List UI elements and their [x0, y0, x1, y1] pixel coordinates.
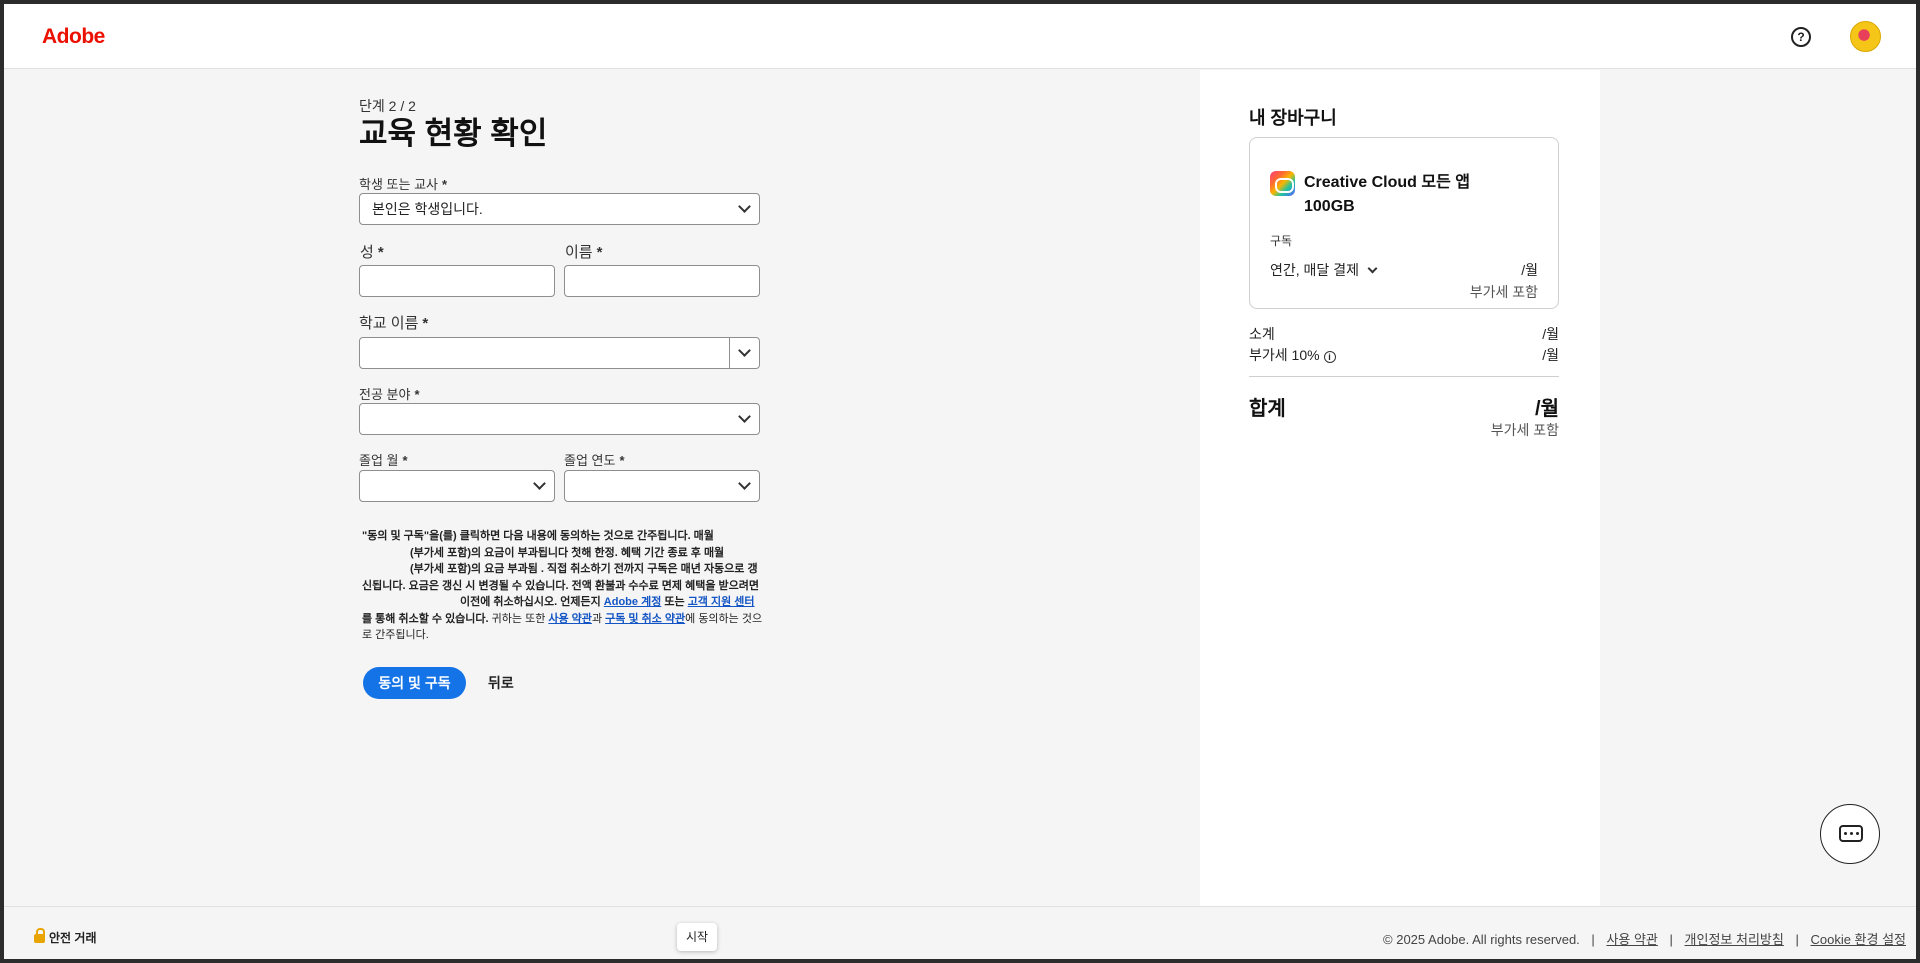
adobe-logo[interactable]: Adobe — [42, 25, 105, 49]
footer-privacy-link[interactable]: 개인정보 처리방침 — [1685, 932, 1784, 947]
chevron-down-icon — [533, 477, 546, 490]
role-label: 학생 또는 교사 * — [359, 177, 448, 192]
subscription-label: 구독 — [1270, 234, 1293, 248]
divider — [1249, 376, 1559, 377]
plan-price: /월 — [1521, 262, 1538, 278]
header: Adobe ? — [4, 4, 1916, 69]
education-form: 단계 2 / 2 교육 현황 확인 — [359, 96, 759, 152]
chevron-down-icon — [738, 477, 751, 490]
back-button[interactable]: 뒤로 — [488, 667, 514, 699]
page-title: 교육 현황 확인 — [359, 116, 548, 151]
browser-viewport: Adobe ? 단계 2 / 2 교육 현황 확인 학생 또는 교사 * 본인은 … — [4, 4, 1916, 959]
adobe-account-link[interactable]: Adobe 계정 — [604, 596, 662, 608]
school-label: 학교 이름 * — [359, 315, 429, 332]
footer: 안전 거래 시작 © 2025 Adobe. All rights reserv… — [4, 906, 1916, 959]
grad-month-label: 졸업 월 * — [359, 453, 408, 468]
plan-select[interactable]: 연간, 매달 결제 — [1270, 260, 1378, 280]
info-icon[interactable]: i — [1323, 351, 1336, 363]
grad-month-select[interactable] — [359, 470, 555, 502]
lock-icon — [34, 928, 45, 943]
creative-cloud-icon — [1270, 171, 1295, 196]
chat-bubble-icon — [1839, 825, 1863, 842]
last-name-label: 성 * — [360, 244, 384, 261]
subtotal-row: 소계 /월 — [1249, 326, 1559, 342]
agree-subscribe-button[interactable]: 동의 및 구독 — [363, 667, 466, 699]
major-select[interactable] — [359, 403, 760, 435]
vat-row: 부가세 10% i /월 — [1249, 347, 1559, 363]
support-center-link[interactable]: 고객 지원 센터 — [688, 596, 755, 608]
total-value: /월 — [1535, 398, 1559, 420]
school-dropdown-button[interactable] — [729, 337, 760, 369]
school-input[interactable] — [359, 337, 730, 369]
total-vat-note: 부가세 포함 — [1490, 422, 1559, 438]
grad-year-select[interactable] — [564, 470, 760, 502]
first-name-label: 이름 * — [565, 244, 603, 261]
subscription-terms-link[interactable]: 구독 및 취소 약관 — [605, 613, 685, 625]
grad-year-label: 졸업 연도 * — [564, 453, 625, 468]
terms-of-use-link[interactable]: 사용 약관 — [548, 613, 592, 625]
chevron-down-icon — [738, 200, 751, 213]
last-name-input[interactable] — [359, 265, 555, 297]
cart-item-card: Creative Cloud 모든 앱 100GB 구독 연간, 매달 결제 /… — [1249, 137, 1559, 309]
avatar[interactable] — [1850, 21, 1881, 52]
chevron-down-icon — [738, 410, 751, 423]
secure-transaction: 안전 거래 — [34, 928, 97, 946]
footer-links: © 2025 Adobe. All rights reserved. | 사용 … — [1383, 932, 1906, 947]
role-select[interactable]: 본인은 학생입니다. — [359, 193, 760, 225]
start-tooltip: 시작 — [677, 923, 718, 951]
total-label: 합계 — [1249, 398, 1286, 420]
chat-button[interactable] — [1820, 804, 1880, 864]
major-label: 전공 분야 * — [359, 387, 420, 402]
chevron-down-icon — [738, 344, 751, 357]
legal-text: "동의 및 구독"을(를) 클릭하면 다음 내용에 동의하는 것으로 간주됩니다… — [362, 530, 763, 641]
cart-title: 내 장바구니 — [1249, 108, 1337, 128]
product-name: Creative Cloud 모든 앱 100GB — [1304, 174, 1470, 215]
footer-cookie-link[interactable]: Cookie 환경 설정 — [1810, 932, 1906, 947]
footer-terms-link[interactable]: 사용 약관 — [1606, 932, 1657, 947]
first-name-input[interactable] — [564, 265, 760, 297]
chevron-down-icon — [1367, 263, 1378, 274]
plan-vat-note: 부가세 포함 — [1469, 284, 1538, 300]
help-icon[interactable]: ? — [1791, 27, 1811, 47]
step-indicator: 단계 2 / 2 — [359, 98, 416, 114]
